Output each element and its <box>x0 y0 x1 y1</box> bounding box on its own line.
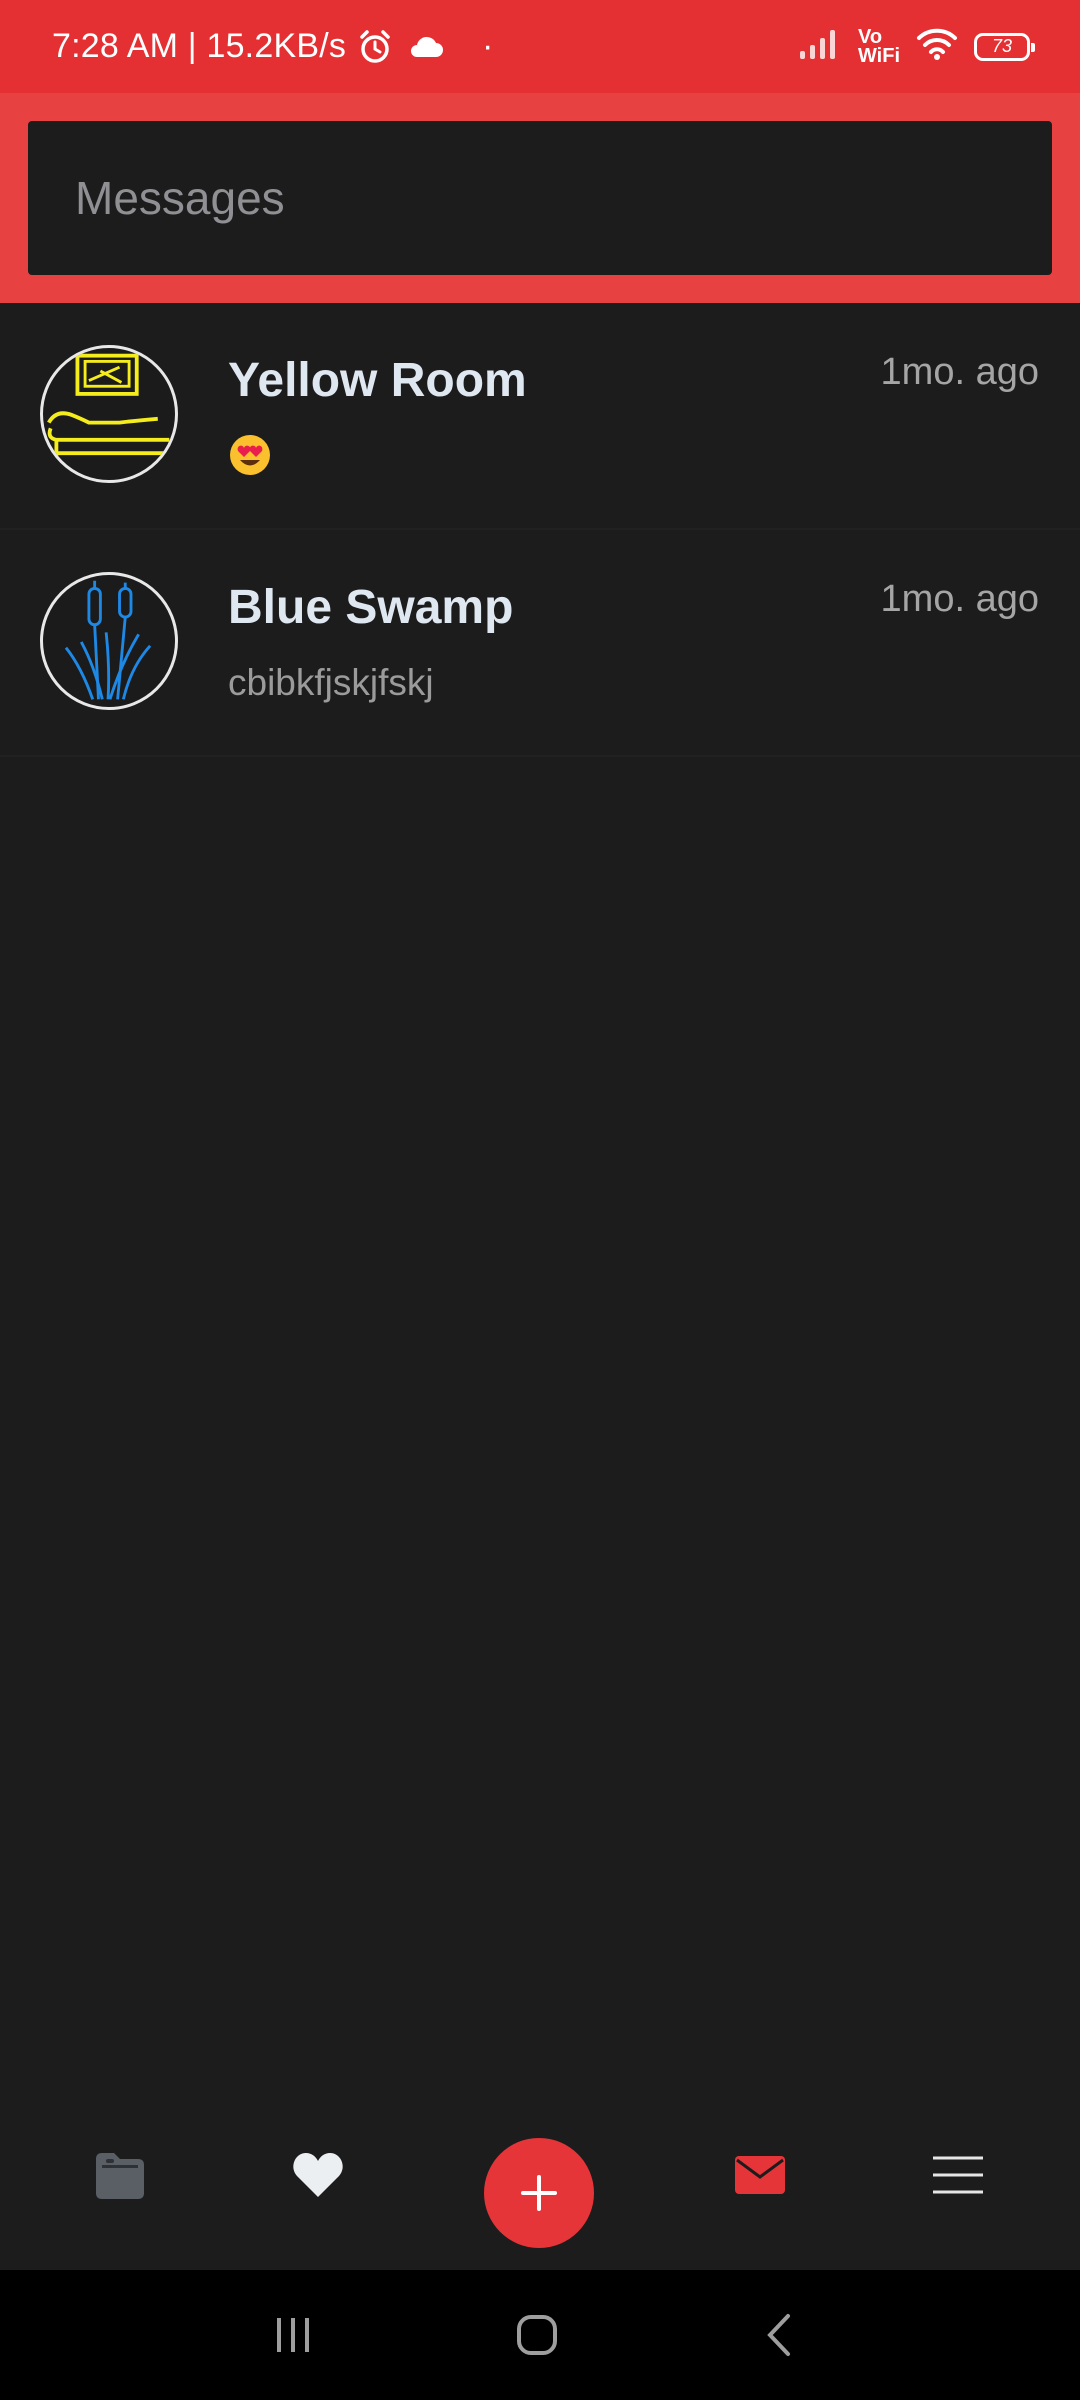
conversation-time: 1mo. ago <box>880 351 1039 393</box>
heart-icon <box>293 2153 343 2197</box>
status-time: 7:28 AM | 15.2KB/s <box>52 27 347 65</box>
back-button[interactable] <box>734 2300 824 2370</box>
vowifi-bottom: WiFi <box>857 44 900 67</box>
conversation-list: Yellow Room 1mo. ago Blue Swamp 1mo. ago… <box>0 303 1080 757</box>
battery-indicator: 73 <box>974 32 1035 61</box>
envelope-icon <box>735 2156 785 2194</box>
hamburger-menu-icon <box>933 2156 983 2194</box>
wifi-icon <box>916 27 958 66</box>
blue-swamp-avatar-icon <box>64 580 152 700</box>
signal-icon <box>798 27 842 66</box>
heart-eyes-emoji-icon <box>228 433 272 477</box>
search-placeholder: Messages <box>75 172 285 224</box>
conversation-preview: cbibkfjskjfskj <box>228 662 434 703</box>
nav-favorites-button[interactable] <box>258 2080 378 2270</box>
new-message-button[interactable] <box>484 2138 594 2248</box>
search-input[interactable]: Messages <box>28 121 1052 275</box>
header: Messages <box>0 93 1080 303</box>
vowifi-top: Vo <box>857 25 883 48</box>
nav-menu-button[interactable] <box>898 2080 1018 2270</box>
messages-screen: 7:28 AM | 15.2KB/s · Vo WiFi 73 Messages… <box>0 0 1080 2400</box>
home-icon <box>517 2315 557 2355</box>
nav-folder-button[interactable] <box>60 2080 180 2270</box>
cloud-icon <box>408 35 444 59</box>
system-navigation-bar <box>0 2270 1080 2400</box>
avatar <box>40 572 178 710</box>
status-right: Vo WiFi 73 <box>798 25 1035 67</box>
conversation-row-blue-swamp[interactable]: Blue Swamp 1mo. ago cbibkfjskjfskj <box>0 530 1080 757</box>
avatar <box>40 345 178 483</box>
status-bar: 7:28 AM | 15.2KB/s · Vo WiFi 73 <box>0 0 1080 93</box>
notification-dot: · <box>482 27 494 65</box>
back-chevron-icon <box>767 2314 790 2356</box>
home-button[interactable] <box>492 2300 582 2370</box>
folder-icon <box>96 2153 144 2199</box>
conversation-title: Yellow Room <box>228 354 527 407</box>
conversation-title: Blue Swamp <box>228 581 514 634</box>
conversation-row-yellow-room[interactable]: Yellow Room 1mo. ago <box>0 303 1080 530</box>
conversation-time: 1mo. ago <box>880 578 1039 620</box>
bottom-navigation <box>0 2080 1080 2270</box>
yellow-room-avatar-icon <box>47 353 170 461</box>
nav-messages-button[interactable] <box>700 2080 820 2270</box>
recent-apps-button[interactable] <box>248 2300 338 2370</box>
recent-apps-icon <box>277 2318 309 2352</box>
plus-icon <box>521 2175 557 2211</box>
alarm-icon <box>356 28 394 66</box>
vowifi-indicator: Vo WiFi <box>857 25 900 67</box>
status-left: 7:28 AM | 15.2KB/s · <box>52 27 494 66</box>
